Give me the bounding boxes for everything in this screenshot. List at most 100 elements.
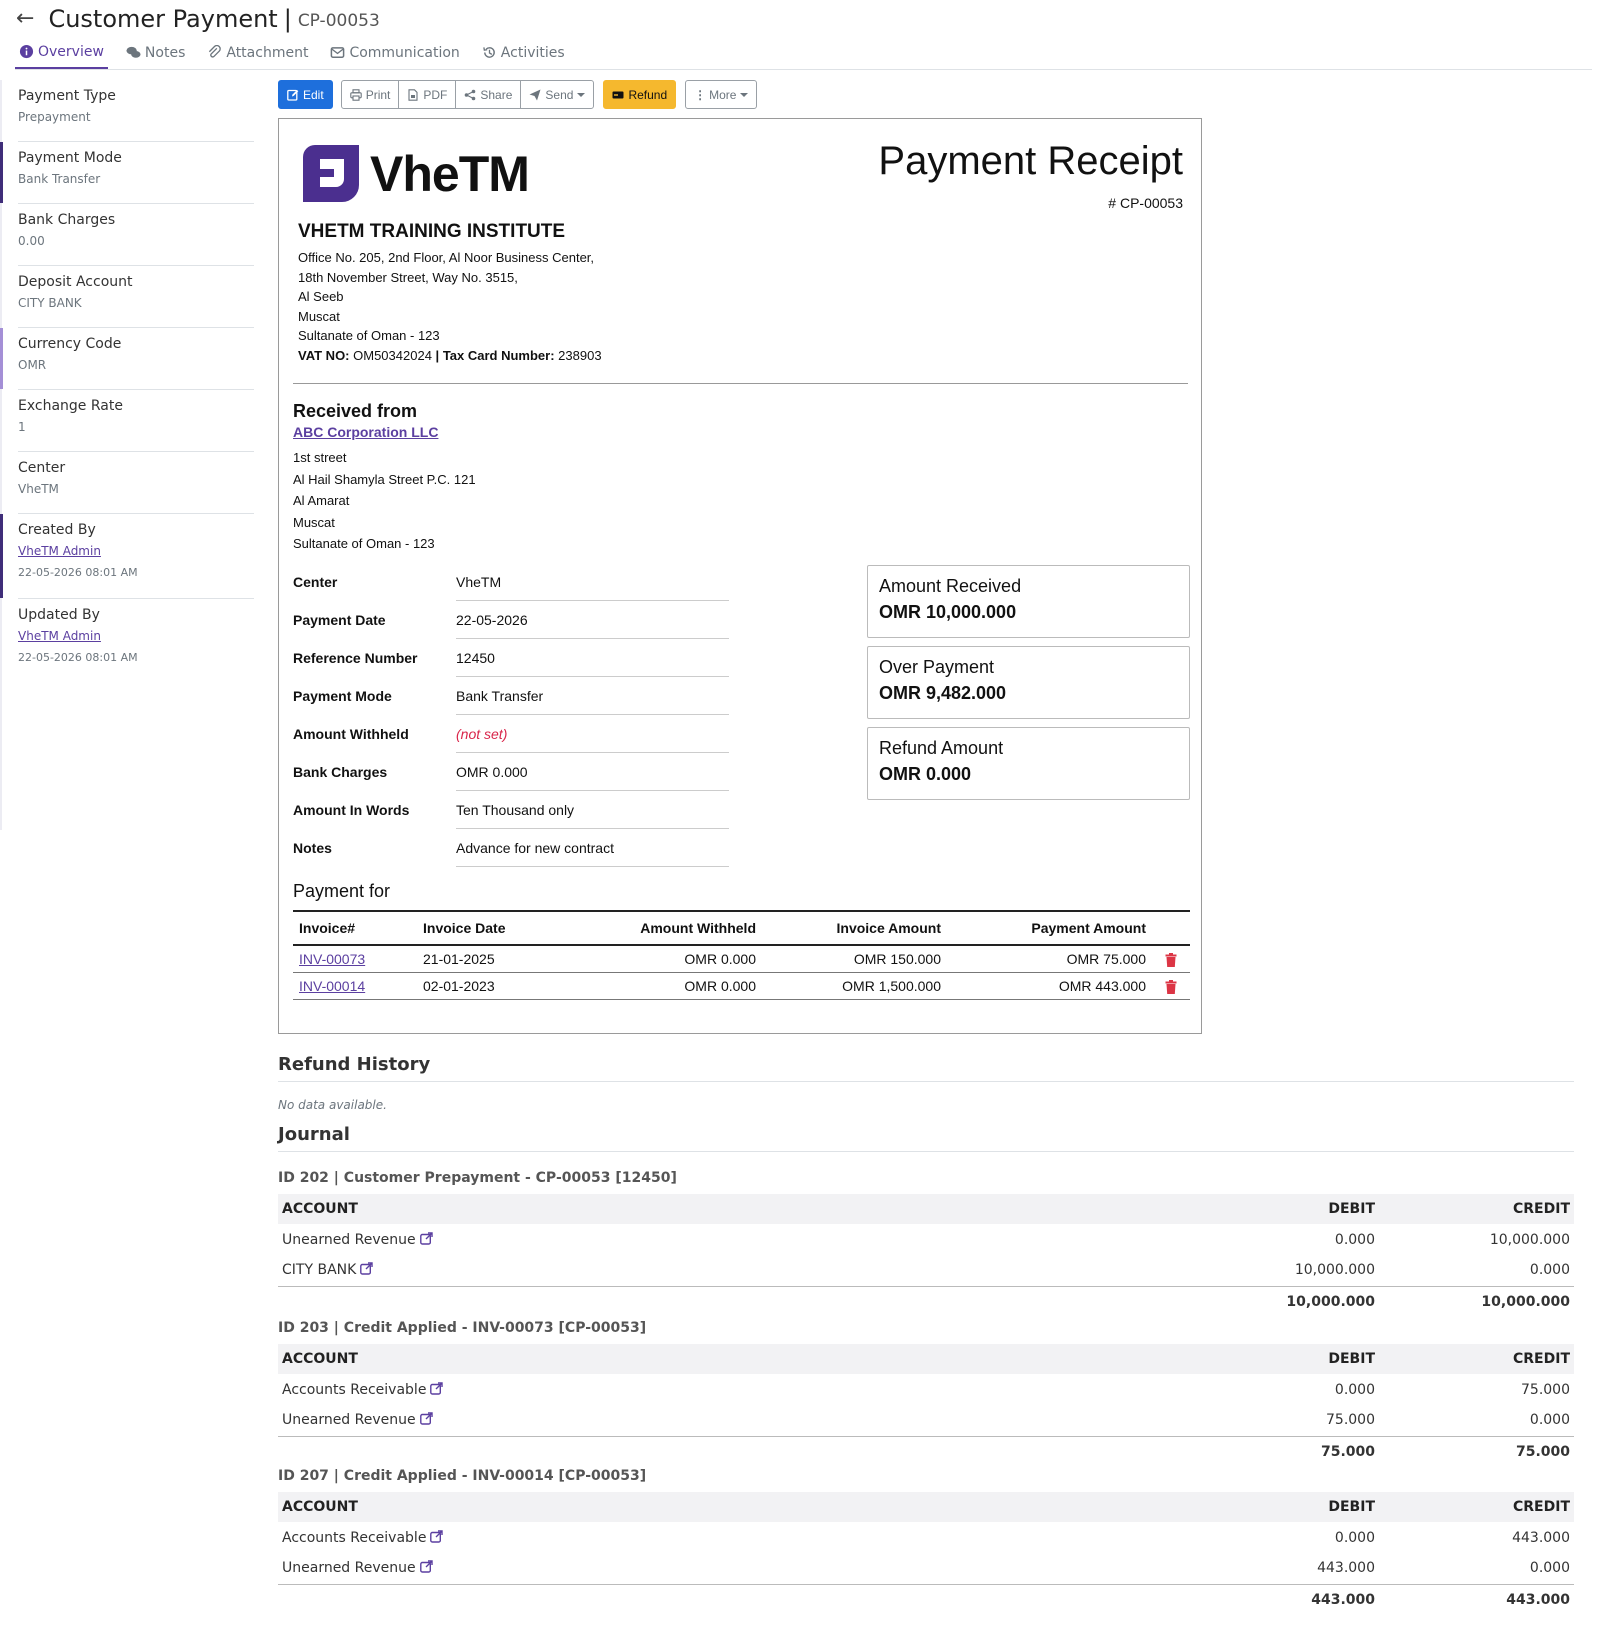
table-total-row: 10,000.000 10,000.000	[278, 1286, 1574, 1318]
customer-name-link[interactable]: ABC Corporation LLC	[293, 424, 438, 440]
table-row: INV-00073 21-01-2025 OMR 0.000 OMR 150.0…	[293, 945, 1190, 973]
document-actions-group: Print PDF Share Send	[340, 80, 595, 110]
share-button[interactable]: Share	[455, 80, 522, 109]
sidebar-item-payment-mode: Payment Mode Bank Transfer	[0, 142, 254, 204]
action-toolbar: Edit Print PDF Share Send Refund ⋮ More	[278, 80, 758, 110]
account-cell: Unearned Revenue	[278, 1553, 1179, 1585]
total-label-cell	[278, 1584, 1179, 1616]
table-header-row: ACCOUNT DEBIT CREDIT	[278, 1492, 1574, 1522]
updated-date: 22-05-2026 08:01 AM	[18, 651, 138, 664]
journal-table: ACCOUNT DEBIT CREDIT Unearned Revenue 0.…	[278, 1194, 1574, 1318]
info-circle-icon	[19, 44, 34, 59]
card-value: OMR 9,482.000	[879, 683, 1007, 703]
tab-attachment[interactable]: Attachment	[203, 36, 312, 69]
created-by-link[interactable]: VheTM Admin	[18, 544, 254, 558]
delete-row-button[interactable]	[1152, 945, 1190, 973]
detail-label: Amount In Words	[293, 802, 410, 818]
sidebar-label: Deposit Account	[18, 274, 133, 290]
account-link[interactable]: Accounts Receivable	[282, 1530, 426, 1546]
sidebar-value: 0.00	[18, 234, 45, 248]
journal-table: ACCOUNT DEBIT CREDIT Accounts Receivable…	[278, 1344, 1574, 1468]
column-header: Invoice Amount	[762, 910, 947, 946]
accent-bar	[0, 514, 3, 598]
sidebar-value: OMR	[18, 358, 47, 372]
sidebar-item-bank-charges: Bank Charges 0.00	[18, 204, 254, 266]
invoice-link[interactable]: INV-00073	[299, 951, 365, 967]
detail-row-payment-date: Payment Date 22-05-2026	[293, 601, 729, 639]
customer-address: 1st street Al Hail Shamyla Street P.C. 1…	[293, 447, 476, 555]
detail-label: Notes	[293, 840, 332, 856]
refund-history-title: Refund History	[278, 1054, 1574, 1082]
external-link-icon[interactable]	[419, 1412, 433, 1425]
more-dropdown-button[interactable]: ⋮ More	[685, 80, 758, 109]
tax-card-label: Tax Card Number:	[442, 347, 555, 363]
external-link-icon[interactable]	[360, 1262, 373, 1275]
detail-label: Reference Number	[293, 650, 418, 666]
receipt-divider	[293, 383, 1188, 384]
address-line: Sultanate of Oman - 123	[293, 536, 435, 552]
table-row: Unearned Revenue 75.000 0.000	[278, 1405, 1574, 1437]
column-header: Invoice Date	[417, 910, 547, 946]
account-link[interactable]: Unearned Revenue	[282, 1232, 416, 1248]
sidebar-item-exchange-rate: Exchange Rate 1	[18, 390, 254, 452]
invoice-link[interactable]: INV-00014	[299, 978, 365, 994]
sidebar-value: 1	[18, 420, 26, 434]
account-link[interactable]: CITY BANK	[282, 1262, 356, 1278]
sidebar-item-created-by: Created By VheTM Admin 22-05-2026 08:01 …	[0, 514, 254, 599]
refund-button[interactable]: Refund	[603, 80, 677, 109]
comments-icon	[126, 46, 141, 58]
tab-label: Overview	[38, 43, 104, 60]
external-link-icon[interactable]	[419, 1560, 433, 1573]
chevron-down-icon	[577, 92, 586, 97]
amount-withheld: OMR 0.000	[547, 972, 762, 1000]
tax-line: VAT NO: OM50342024 | Tax Card Number: 23…	[298, 346, 602, 366]
sidebar-item-currency-code: Currency Code OMR	[0, 328, 254, 390]
invoice-amount: OMR 1,500.000	[762, 972, 947, 1000]
account-cell: Unearned Revenue	[278, 1405, 1179, 1437]
amount-summary-cards: Amount Received OMR 10,000.000 Over Paym…	[867, 565, 1190, 808]
table-header-row: Invoice# Invoice Date Amount Withheld In…	[293, 910, 1190, 946]
table-total-row: 443.000 443.000	[278, 1584, 1574, 1616]
edit-icon	[287, 89, 299, 101]
tab-notes[interactable]: Notes	[122, 36, 189, 69]
credit-cell: 0.000	[1379, 1405, 1574, 1437]
invoice-date: 21-01-2025	[417, 945, 547, 973]
pdf-button[interactable]: PDF	[398, 80, 457, 109]
journal-table: ACCOUNT DEBIT CREDIT Accounts Receivable…	[278, 1492, 1574, 1616]
sidebar-item-updated-by: Updated By VheTM Admin 22-05-2026 08:01 …	[18, 599, 254, 684]
external-link-icon[interactable]	[419, 1231, 433, 1245]
page-header: ← Customer Payment | CP-00053	[16, 2, 380, 36]
account-link[interactable]: Unearned Revenue	[282, 1560, 416, 1576]
edit-button[interactable]: Edit	[278, 80, 333, 109]
detail-label: Payment Date	[293, 612, 386, 628]
journal-title: Journal	[278, 1124, 1574, 1152]
journal-entry-heading: ID 203 | Credit Applied - INV-00073 [CP-…	[278, 1320, 647, 1336]
external-link-icon[interactable]	[430, 1381, 444, 1395]
column-header: CREDIT	[1379, 1194, 1574, 1224]
back-arrow-icon[interactable]: ←	[16, 8, 34, 30]
tab-activities[interactable]: Activities	[478, 36, 569, 69]
debit-cell: 0.000	[1334, 1529, 1375, 1546]
details-sidebar: Payment Type Prepayment Payment Mode Ban…	[0, 80, 255, 684]
company-logo: VheTM	[299, 141, 530, 206]
table-row: Unearned Revenue 443.000 0.000	[278, 1553, 1574, 1585]
table-row: Accounts Receivable 0.000 443.000	[278, 1522, 1574, 1553]
account-cell: Unearned Revenue	[278, 1224, 1179, 1255]
updated-by-link[interactable]: VheTM Admin	[18, 629, 254, 643]
tab-label: Communication	[349, 44, 460, 61]
tab-overview[interactable]: Overview	[15, 36, 108, 69]
account-link[interactable]: Accounts Receivable	[282, 1382, 426, 1398]
debit-cell: 443.000	[1179, 1553, 1379, 1585]
column-header: Amount Withheld	[547, 910, 762, 946]
share-label: Share	[480, 87, 513, 102]
delete-row-button[interactable]	[1152, 972, 1190, 1000]
external-link-icon[interactable]	[430, 1529, 444, 1543]
tab-communication[interactable]: Communication	[326, 36, 463, 69]
title-separator: |	[283, 5, 292, 33]
column-header: Invoice#	[293, 910, 417, 946]
detail-value: VheTM	[456, 563, 729, 601]
address-line: Al Amarat	[293, 493, 350, 509]
print-button[interactable]: Print	[340, 80, 400, 109]
account-link[interactable]: Unearned Revenue	[282, 1412, 416, 1428]
send-dropdown-button[interactable]: Send	[520, 80, 595, 109]
